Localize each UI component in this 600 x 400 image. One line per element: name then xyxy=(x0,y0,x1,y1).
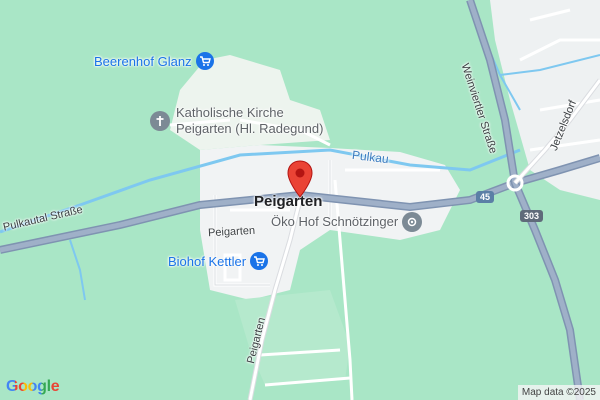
route-shield-303: 303 xyxy=(520,210,544,222)
shopping-cart-icon xyxy=(195,52,214,70)
stream xyxy=(69,239,86,301)
poi-label-line: Katholische Kirche xyxy=(176,105,284,120)
map-canvas[interactable]: Pulkautal Straße Weinviertler Straße Jet… xyxy=(0,0,600,400)
poi-label-line: Peigarten (Hl. Radegund) xyxy=(176,121,324,136)
poi-label: Beerenhof Glanz xyxy=(94,53,192,69)
shopping-cart-icon xyxy=(250,252,269,270)
road-label-peigarten-street: Peigarten xyxy=(207,224,256,240)
poi-label: Öko Hof Schnötzinger xyxy=(271,214,399,229)
poi-label: Biohof Kettler xyxy=(168,253,247,269)
poi-beerenhof-glanz[interactable]: Beerenhof Glanz xyxy=(94,52,214,70)
place-pin-icon xyxy=(402,212,423,232)
route-shield-45: 45 xyxy=(476,191,495,203)
poi-label: Katholische Kirche Peigarten (Hl. Radegu… xyxy=(176,105,323,137)
location-marker-icon[interactable] xyxy=(286,160,314,198)
map-attribution[interactable]: Map data ©2025 xyxy=(517,385,600,400)
google-logo-text: Google xyxy=(6,378,60,395)
church-cross-icon xyxy=(150,111,170,131)
poi-katholische-kirche[interactable]: Katholische Kirche Peigarten (Hl. Radegu… xyxy=(150,105,323,137)
poi-oeko-hof[interactable]: Öko Hof Schnötzinger xyxy=(271,212,423,232)
google-logo: Google xyxy=(6,378,60,396)
poi-biohof-kettler[interactable]: Biohof Kettler xyxy=(168,252,269,270)
